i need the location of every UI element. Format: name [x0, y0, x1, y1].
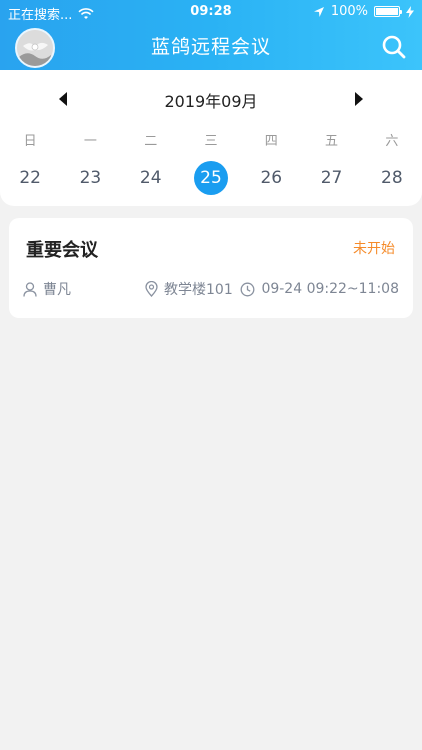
person-icon	[23, 281, 37, 297]
weekday-fri: 五	[325, 134, 339, 149]
status-right: 100%	[313, 4, 414, 19]
weekday-tue: 二	[144, 134, 158, 149]
weekday-wed: 三	[204, 134, 218, 149]
date-number[interactable]: 24	[134, 161, 168, 195]
meeting-location: 教学楼101	[145, 279, 233, 299]
battery-icon	[374, 6, 402, 17]
next-month-icon[interactable]	[355, 92, 363, 106]
meeting-location-text: 教学楼101	[164, 282, 233, 298]
location-pin-icon	[145, 281, 158, 297]
meeting-time-text: 09-24 09:22~11:08	[261, 281, 399, 297]
app-header: 正在搜索... 09:28 100% 蓝鸽远程会议	[0, 0, 422, 70]
weekday-thu: 四	[264, 134, 278, 149]
meeting-host: 曹凡	[23, 279, 71, 299]
date-cell[interactable]: 28	[362, 160, 422, 196]
selected-date-number[interactable]: 25	[193, 161, 228, 195]
location-arrow-icon	[313, 6, 325, 18]
meeting-title: 重要会议	[26, 240, 98, 261]
month-nav: 2019年09月	[0, 88, 422, 112]
meeting-card[interactable]: 重要会议 未开始 曹凡 教学楼101 09-24 09:22~11:08	[9, 218, 413, 318]
meeting-time: 09-24 09:22~11:08	[240, 281, 399, 297]
date-cell[interactable]: 27	[301, 160, 361, 196]
clock-icon	[240, 282, 255, 297]
weekday-sat: 六	[385, 134, 399, 149]
date-cell[interactable]: 24	[121, 160, 181, 196]
weekday-sun: 日	[23, 134, 37, 149]
date-number[interactable]: 26	[254, 161, 288, 195]
date-cell[interactable]: 22	[0, 160, 60, 196]
page-title: 蓝鸽远程会议	[150, 36, 271, 58]
date-cell-selected[interactable]: 25	[181, 160, 241, 196]
status-bar: 正在搜索... 09:28 100%	[0, 0, 422, 24]
weekday-header: 日 一 二 三 四 五 六	[0, 130, 422, 150]
date-cell[interactable]: 23	[60, 160, 120, 196]
battery-percent: 100%	[330, 4, 368, 19]
meeting-status-badge: 未开始	[353, 241, 395, 257]
search-icon[interactable]	[381, 34, 407, 60]
date-number[interactable]: 28	[375, 161, 409, 195]
meeting-host-name: 曹凡	[43, 282, 71, 298]
weekday-mon: 一	[83, 134, 97, 149]
date-number[interactable]: 23	[73, 161, 107, 195]
date-number[interactable]: 22	[13, 161, 47, 195]
date-row: 22 23 24 25 26 27 28	[0, 160, 422, 196]
battery-fill	[376, 8, 398, 15]
charging-icon	[406, 5, 414, 18]
date-number[interactable]: 27	[315, 161, 349, 195]
week-calendar: 2019年09月 日 一 二 三 四 五 六 22 23 24 25 26 27…	[0, 70, 422, 206]
meeting-meta: 曹凡 教学楼101 09-24 09:22~11:08	[23, 278, 399, 300]
date-cell[interactable]: 26	[241, 160, 301, 196]
